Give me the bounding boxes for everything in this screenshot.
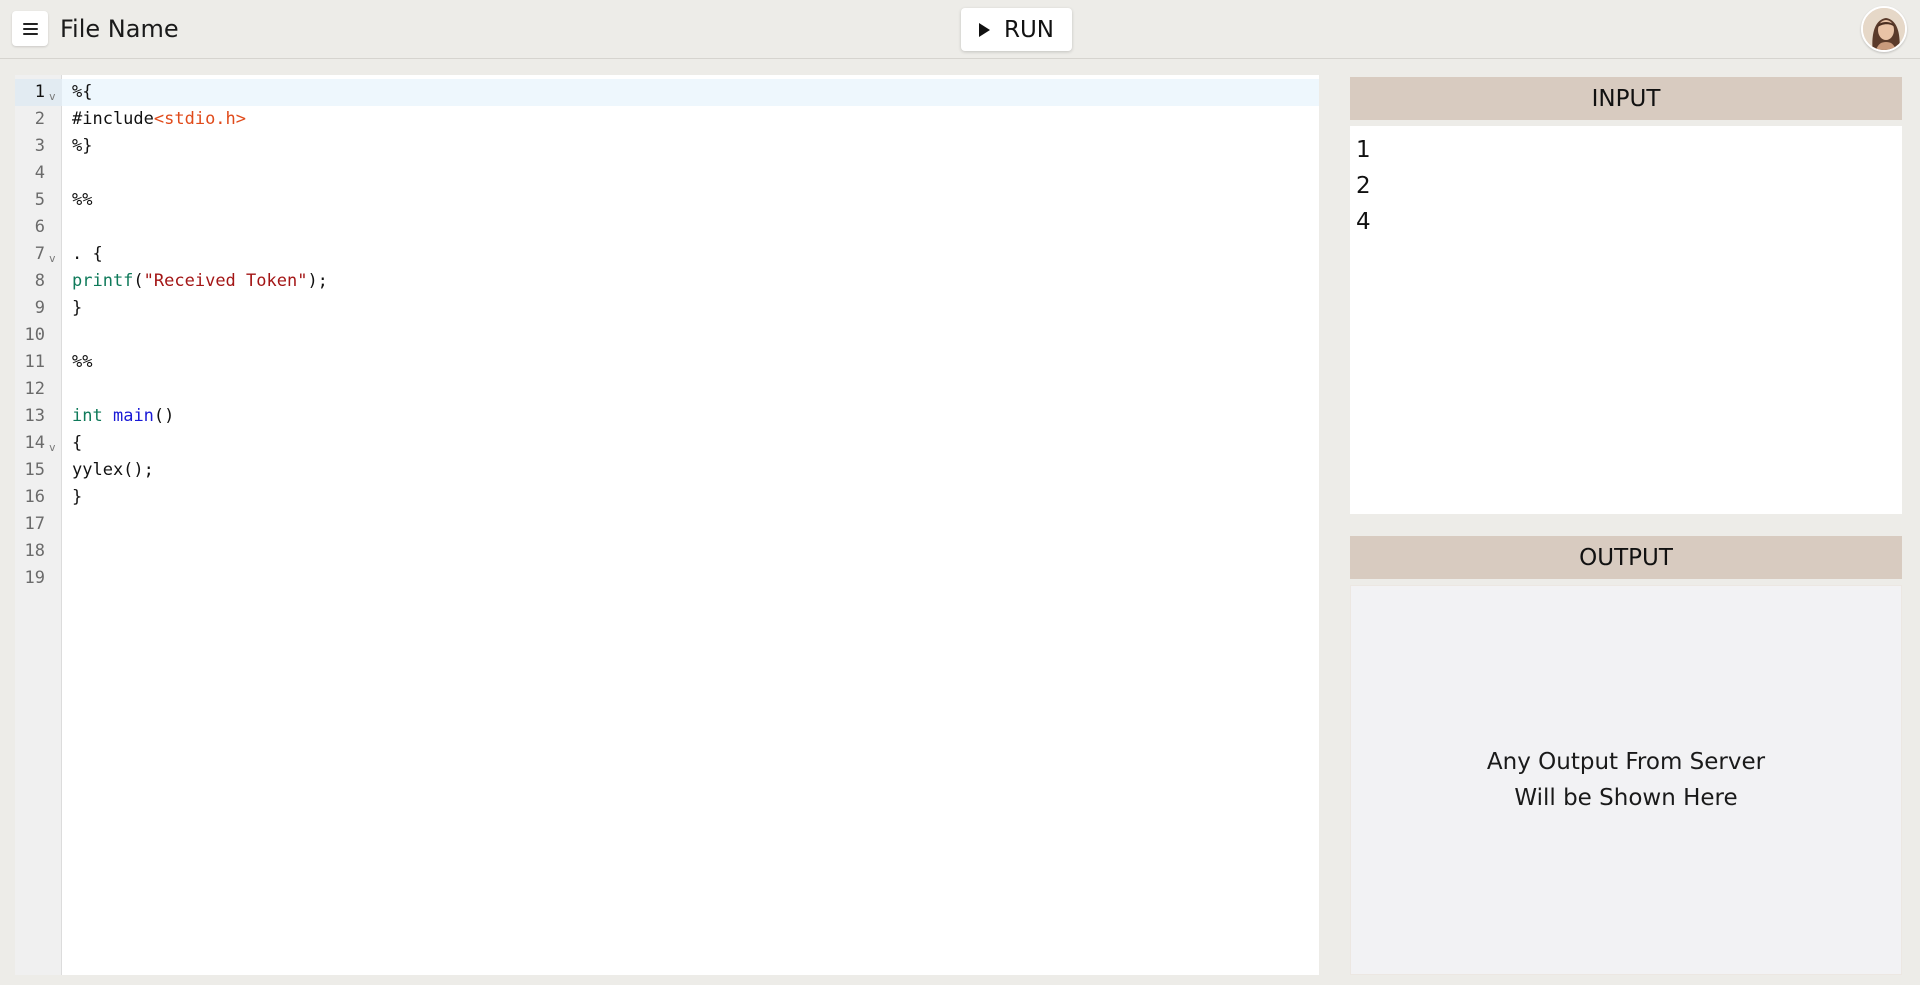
file-name[interactable]: File Name: [60, 13, 179, 45]
output-placeholder: Any Output From Server Will be Shown Her…: [1466, 744, 1786, 816]
code-token: %%: [72, 352, 93, 372]
code-line: int main(): [72, 403, 174, 430]
code-token-function: main: [112, 406, 154, 426]
top-bar: File Name RUN: [0, 0, 1920, 59]
code-line: }: [72, 295, 82, 322]
input-panel-title: INPUT: [1350, 77, 1902, 120]
code-line: printf("Received Token");: [72, 268, 328, 295]
code-token: );: [307, 271, 328, 291]
run-label: RUN: [1003, 16, 1055, 43]
code-line: yylex();: [72, 457, 154, 484]
line-number: 14: [24, 433, 45, 453]
code-line: . {: [72, 241, 103, 268]
line-number: 5: [34, 190, 45, 210]
code-line: %}: [72, 133, 92, 160]
input-line: 1: [1356, 137, 1371, 163]
line-number: 12: [24, 379, 45, 399]
code-token: %{: [72, 82, 93, 102]
input-panel: INPUT 1 2 4: [1350, 77, 1902, 514]
line-number: 15: [24, 460, 45, 480]
code-line: #include<stdio.h>: [72, 106, 246, 133]
menu-button[interactable]: [12, 11, 48, 46]
output-panel-title: OUTPUT: [1350, 536, 1902, 579]
output-placeholder-line: Any Output From Server: [1486, 749, 1766, 775]
line-number: 13: [24, 406, 45, 426]
line-number: 6: [34, 217, 45, 237]
code-line: }: [72, 484, 82, 511]
active-line-highlight: [62, 79, 1319, 106]
code-editor[interactable]: 1 2 3 4 5 6 7 8 9 10 11 12 13 14 15 16 1…: [15, 75, 1319, 975]
code-token: . {: [72, 244, 103, 264]
code-line: %%: [72, 187, 92, 214]
hamburger-menu-icon: [22, 22, 38, 35]
output-placeholder-line: Will be Shown Here: [1514, 785, 1738, 811]
input-textarea[interactable]: 1 2 4: [1350, 126, 1902, 514]
line-number: 17: [24, 514, 45, 534]
code-token: }: [72, 298, 83, 318]
code-token: #include: [72, 109, 154, 129]
code-token: (): [153, 406, 175, 426]
line-number: 7: [34, 244, 45, 264]
line-number: 8: [34, 271, 45, 291]
code-token: (: [133, 271, 144, 291]
code-token: %}: [72, 136, 93, 156]
fold-toggle-icon[interactable]: v: [49, 434, 56, 461]
line-number: 9: [34, 298, 45, 318]
code-token-include-path: <stdio.h>: [153, 109, 247, 129]
code-line: {: [72, 430, 82, 457]
output-panel: OUTPUT Any Output From Server Will be Sh…: [1350, 536, 1902, 975]
line-number: 19: [24, 568, 45, 588]
output-area: Any Output From Server Will be Shown Her…: [1350, 585, 1902, 975]
line-number: 11: [24, 352, 45, 372]
line-number: 1: [34, 82, 45, 102]
code-token: yylex();: [72, 460, 154, 480]
line-number: 10: [24, 325, 45, 345]
fold-toggle-icon[interactable]: v: [49, 245, 56, 272]
code-token: }: [72, 487, 83, 507]
code-token-function: printf: [72, 271, 134, 291]
code-token: {: [72, 433, 83, 453]
line-number: 18: [24, 541, 45, 561]
line-number: 3: [34, 136, 45, 156]
user-avatar[interactable]: [1861, 6, 1907, 52]
input-line: 2: [1356, 173, 1371, 199]
code-line: %{: [72, 79, 92, 106]
fold-toggle-icon[interactable]: v: [49, 83, 56, 110]
code-token-keyword: int: [72, 406, 103, 426]
code-line: %%: [72, 349, 92, 376]
input-line: 4: [1356, 209, 1371, 235]
avatar-image: [1863, 8, 1905, 50]
line-number: 16: [24, 487, 45, 507]
code-token: %%: [72, 190, 93, 210]
line-number: 2: [34, 109, 45, 129]
line-number: 4: [34, 163, 45, 183]
code-token-string: "Received Token": [143, 271, 308, 291]
run-button[interactable]: RUN: [961, 8, 1072, 51]
play-icon: [978, 22, 990, 37]
